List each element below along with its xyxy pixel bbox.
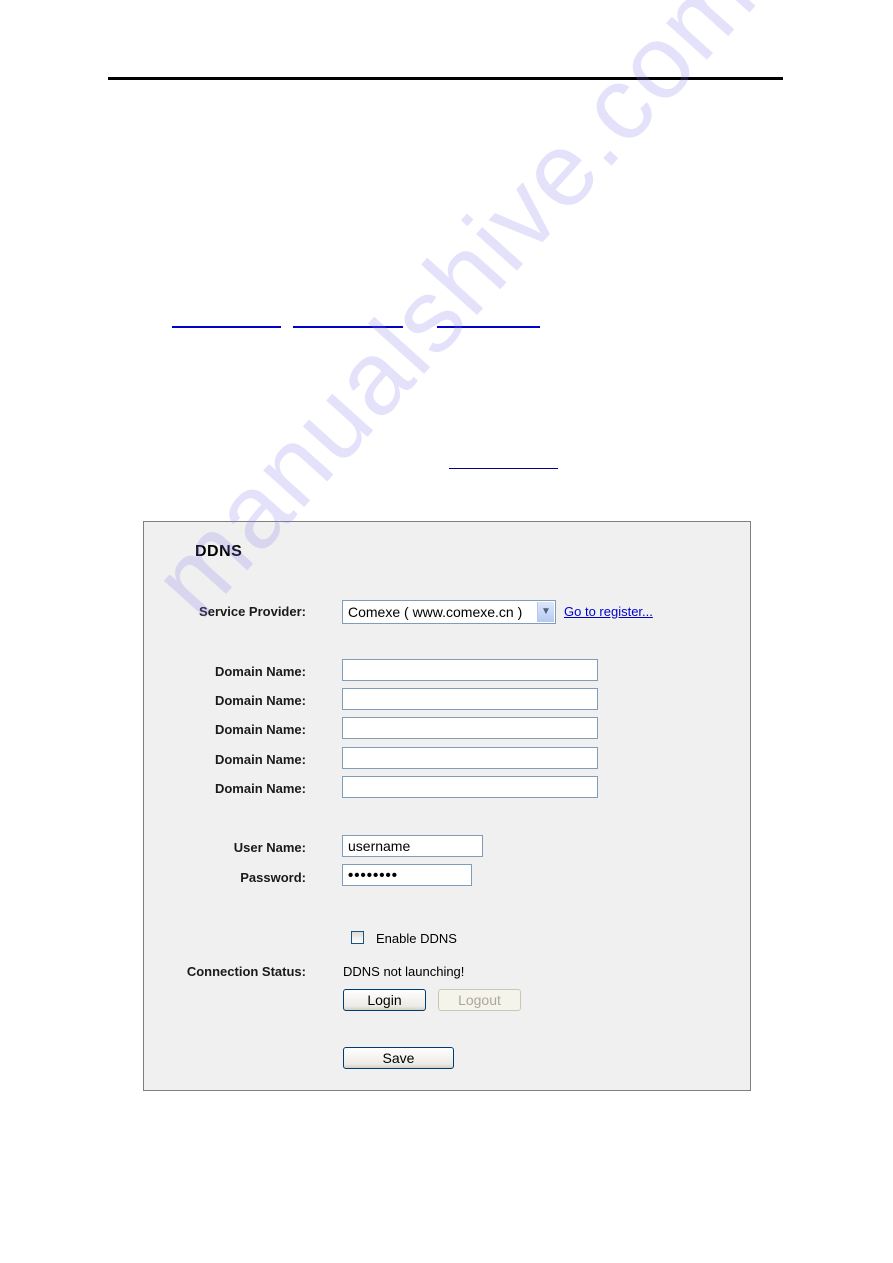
service-provider-label: Service Provider: (199, 604, 306, 619)
connection-status-value: DDNS not launching! (343, 964, 465, 979)
enable-ddns-label[interactable]: Enable DDNS (376, 931, 457, 946)
panel-title: DDNS (195, 543, 243, 560)
domain-name-label: Domain Name: (214, 693, 306, 708)
login-button[interactable]: Login (343, 989, 426, 1011)
logout-button[interactable]: Logout (438, 989, 521, 1011)
domain-name-label: Domain Name: (214, 752, 306, 767)
domain-name-field-3[interactable] (342, 717, 598, 739)
domain-name-field-1[interactable] (342, 659, 598, 681)
domain-name-field-5[interactable] (342, 776, 598, 798)
go-to-register-link[interactable]: Go to register... (564, 604, 653, 619)
save-button[interactable]: Save (343, 1047, 454, 1069)
chevron-down-icon[interactable]: ▼ (537, 602, 554, 622)
hyperlink-underline[interactable] (437, 326, 540, 328)
connection-status-label: Connection Status: (186, 964, 306, 979)
hyperlink-underline[interactable] (172, 326, 281, 328)
ddns-settings-panel: DDNS Service Provider: Comexe ( www.come… (143, 521, 751, 1091)
domain-name-field-2[interactable] (342, 688, 598, 710)
header-rule (108, 77, 783, 80)
domain-name-label: Domain Name: (214, 664, 306, 679)
domain-name-label: Domain Name: (214, 722, 306, 737)
password-field[interactable] (342, 864, 472, 886)
enable-ddns-checkbox[interactable] (351, 931, 364, 944)
hyperlink-underline[interactable] (449, 468, 558, 469)
service-provider-select[interactable]: Comexe ( www.comexe.cn ) ▼ (342, 600, 556, 624)
user-name-field[interactable] (342, 835, 483, 857)
domain-name-field-4[interactable] (342, 747, 598, 769)
domain-name-label: Domain Name: (214, 781, 306, 796)
user-name-label: User Name: (233, 840, 306, 855)
hyperlink-underline[interactable] (293, 326, 403, 328)
password-label: Password: (240, 870, 306, 885)
service-provider-value: Comexe ( www.comexe.cn ) (348, 604, 523, 620)
